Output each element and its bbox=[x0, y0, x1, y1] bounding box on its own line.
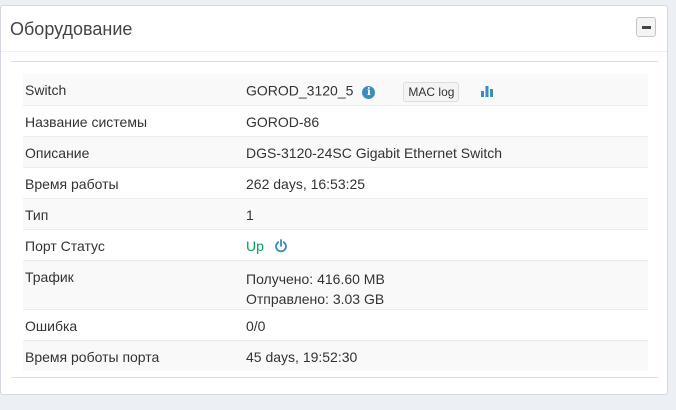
switch-value-cell: GOROD_3120_5 i MAC log bbox=[246, 74, 648, 105]
row-label: Switch bbox=[23, 74, 246, 105]
row-label: Тип bbox=[23, 197, 246, 229]
traffic-received: Получено: 416.60 MB bbox=[246, 270, 385, 287]
table-row: Время роботы порта 45 days, 19:52:30 bbox=[23, 339, 648, 371]
table-row: Ошибка 0/0 bbox=[23, 308, 648, 340]
panel-header: Оборудование bbox=[1, 6, 667, 52]
row-label: Название системы bbox=[23, 104, 246, 136]
row-value: DGS-3120-24SC Gigabit Ethernet Switch bbox=[246, 135, 648, 167]
power-icon[interactable] bbox=[274, 238, 288, 256]
traffic-sent: Отправлено: 3.03 GB bbox=[246, 290, 385, 307]
equipment-table-wrapper: Switch GOROD_3120_5 i MAC log Название сис… bbox=[11, 61, 658, 378]
collapse-button[interactable] bbox=[636, 17, 656, 37]
info-circle-icon[interactable]: i bbox=[362, 85, 376, 99]
table-row: Название системы GOROD-86 bbox=[23, 104, 648, 136]
row-label: Время работы bbox=[23, 166, 246, 198]
row-label: Описание bbox=[23, 135, 246, 167]
row-label: Трафик bbox=[23, 259, 246, 309]
row-value: 1 bbox=[246, 197, 648, 229]
row-value: 45 days, 19:52:30 bbox=[246, 339, 648, 371]
row-value: GOROD-86 bbox=[246, 104, 648, 136]
minus-icon bbox=[642, 26, 651, 29]
port-status-text: Up bbox=[246, 237, 264, 254]
equipment-table: Switch GOROD_3120_5 i MAC log Название сис… bbox=[23, 74, 648, 371]
table-row: Тип 1 bbox=[23, 197, 648, 229]
traffic-cell: Получено: 416.60 MB Отправлено: 3.03 GB bbox=[246, 259, 648, 309]
bar-chart-icon[interactable] bbox=[480, 84, 494, 100]
table-row: Порт Статус Up bbox=[23, 228, 648, 260]
equipment-panel: Оборудование Switch GOROD_3120_5 i MAC log… bbox=[0, 5, 668, 395]
row-label: Время роботы порта bbox=[23, 339, 246, 371]
switch-name: GOROD_3120_5 bbox=[246, 82, 354, 99]
row-label: Ошибка bbox=[23, 308, 246, 340]
row-value: 0/0 bbox=[246, 308, 648, 340]
table-row: Switch GOROD_3120_5 i MAC log bbox=[23, 74, 648, 105]
row-label: Порт Статус bbox=[23, 228, 246, 260]
port-status-cell: Up bbox=[246, 228, 648, 260]
row-value: 262 days, 16:53:25 bbox=[246, 166, 648, 198]
mac-log-button[interactable]: MAC log bbox=[403, 82, 460, 102]
table-row: Описание DGS-3120-24SC Gigabit Ethernet … bbox=[23, 135, 648, 167]
table-row: Трафик Получено: 416.60 MB Отправлено: 3… bbox=[23, 259, 648, 309]
table-row: Время работы 262 days, 16:53:25 bbox=[23, 166, 648, 198]
panel-title: Оборудование bbox=[10, 19, 133, 39]
